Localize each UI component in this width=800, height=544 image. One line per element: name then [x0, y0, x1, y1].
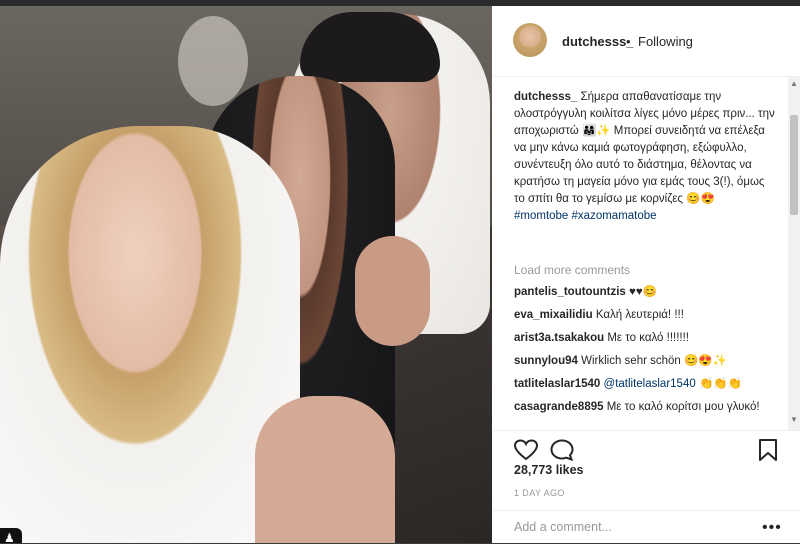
- load-more-comments-button[interactable]: Load more comments: [514, 263, 630, 277]
- comment-list: pantelis_toutountzis ♥♥😊 eva_mixailidiu …: [514, 284, 776, 422]
- following-button[interactable]: Following: [638, 34, 693, 49]
- comment-mention[interactable]: @tatlitelaslar1540: [604, 378, 696, 390]
- bookmark-icon[interactable]: [758, 439, 778, 461]
- caption: dutchesss_ Σήμερα απαθανατίσαμε την ολοσ…: [514, 89, 776, 225]
- comment-text: Με το καλό κορίτσι μου γλυκό!: [606, 401, 760, 413]
- photo-hand: [355, 236, 430, 346]
- comments-scrollbar[interactable]: ▲ ▼: [788, 77, 800, 430]
- add-comment-bar: •••: [492, 510, 800, 544]
- caption-hashtags[interactable]: #momtobe #xazomamatobe: [514, 210, 657, 222]
- comment-username[interactable]: pantelis_toutountzis: [514, 286, 626, 298]
- post-header: dutchesss_ • Following: [492, 6, 800, 77]
- comments-section: dutchesss_ Σήμερα απαθανατίσαμε την ολοσ…: [492, 77, 788, 430]
- photo-lamp: [178, 16, 248, 106]
- post-photo[interactable]: ♟: [0, 6, 492, 543]
- comment-row: casagrande8895 Με το καλό κορίτσι μου γλ…: [514, 399, 776, 416]
- avatar[interactable]: [513, 23, 547, 57]
- comment-text: Με το καλό !!!!!!!: [607, 332, 690, 344]
- likes-count[interactable]: 28,773 likes: [514, 463, 584, 477]
- comment-username[interactable]: casagrande8895: [514, 401, 604, 413]
- scroll-up-arrow[interactable]: ▲: [790, 79, 798, 88]
- comment-text: Wirklich sehr schön 😊😍✨: [581, 355, 727, 367]
- comment-text: 👏👏👏: [698, 378, 742, 390]
- comment-row: pantelis_toutountzis ♥♥😊: [514, 284, 776, 301]
- comment-row: tatlitelaslar1540 @tatlitelaslar1540 👏👏👏: [514, 376, 776, 393]
- comment-username[interactable]: sunnylou94: [514, 355, 578, 367]
- more-options-icon[interactable]: •••: [762, 519, 782, 537]
- heart-icon[interactable]: [514, 439, 538, 461]
- comment-text: Καλή λευτεριά! !!!: [595, 309, 684, 321]
- scrollbar-thumb[interactable]: [790, 115, 798, 215]
- caption-author[interactable]: dutchesss_: [514, 91, 577, 103]
- photo-man-hair: [300, 12, 440, 82]
- add-comment-input[interactable]: [512, 519, 746, 535]
- comment-text: ♥♥😊: [629, 286, 657, 298]
- header-username[interactable]: dutchesss_: [562, 34, 634, 49]
- caption-text: Σήμερα απαθανατίσαμε την ολοστρόγγυλη κο…: [514, 91, 775, 205]
- collection-icon[interactable]: ♟: [0, 528, 22, 543]
- comment-row: sunnylou94 Wirklich sehr schön 😊😍✨: [514, 353, 776, 370]
- post-timestamp[interactable]: 1 DAY AGO: [514, 488, 565, 498]
- comment-row: arist3a.tsakakou Με το καλό !!!!!!!: [514, 330, 776, 347]
- header-separator: •: [626, 34, 631, 49]
- comment-username[interactable]: tatlitelaslar1540: [514, 378, 600, 390]
- scroll-down-arrow[interactable]: ▼: [790, 415, 798, 424]
- post-side-panel: dutchesss_ • Following dutchesss_ Σήμερα…: [492, 6, 800, 543]
- comment-row: eva_mixailidiu Καλή λευτεριά! !!!: [514, 307, 776, 324]
- comment-username[interactable]: arist3a.tsakakou: [514, 332, 604, 344]
- photo-arm: [255, 396, 395, 543]
- comment-icon[interactable]: [550, 439, 574, 461]
- comment-username[interactable]: eva_mixailidiu: [514, 309, 593, 321]
